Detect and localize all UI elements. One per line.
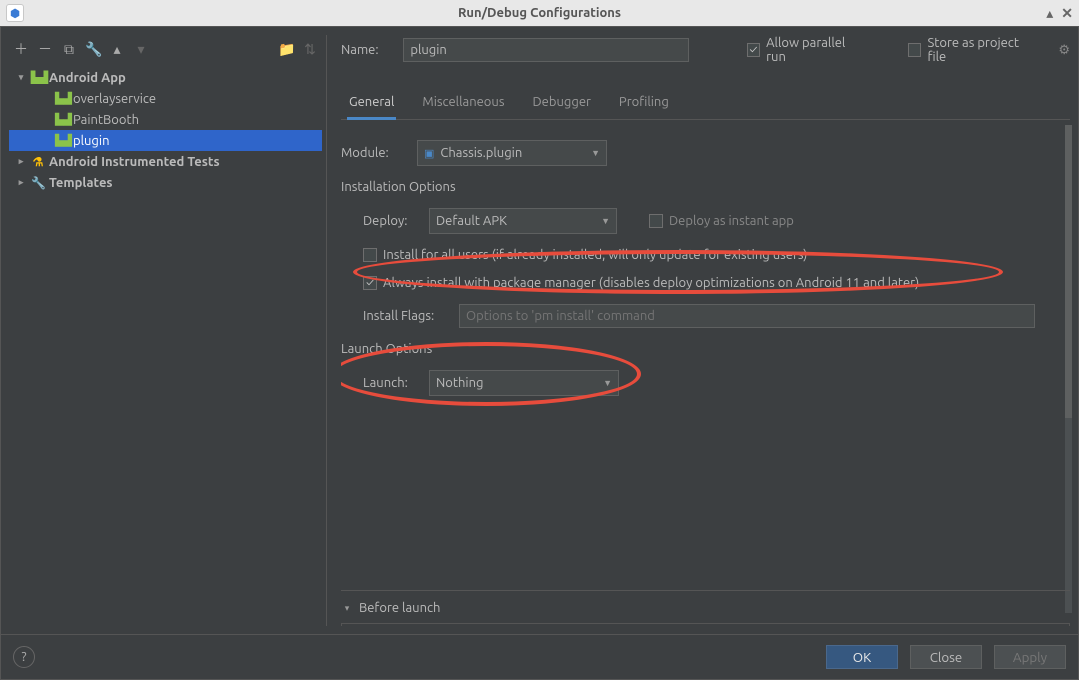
- apply-button[interactable]: Apply: [994, 645, 1066, 669]
- check-icon: [747, 43, 761, 57]
- module-combo[interactable]: ▣ Chassis.plugin ▼: [417, 140, 607, 166]
- always-pm-install-checkbox[interactable]: Always install with package manager (dis…: [363, 276, 919, 290]
- tree-node-android-app[interactable]: ▾ ▙▟ Android App: [9, 67, 322, 88]
- chevron-down-icon: ▼: [591, 148, 600, 158]
- android-icon: ▙▟: [31, 71, 45, 84]
- ok-button[interactable]: OK: [826, 645, 898, 669]
- tab-debugger[interactable]: Debugger: [530, 89, 592, 119]
- remove-config-button[interactable]: －: [37, 39, 53, 59]
- chevron-down-icon: ▼: [601, 216, 610, 226]
- module-icon: ▣: [424, 147, 434, 160]
- window-title: Run/Debug Configurations: [0, 6, 1079, 20]
- tab-general[interactable]: General: [347, 89, 396, 120]
- installation-options-title: Installation Options: [341, 180, 1070, 194]
- checkbox-label: Install for all users (if already instal…: [383, 248, 807, 262]
- flask-icon: ⚗: [31, 155, 45, 169]
- check-icon: [908, 43, 922, 57]
- store-as-project-checkbox[interactable]: Store as project file: [908, 36, 1036, 64]
- launch-label: Launch:: [363, 376, 415, 390]
- window-minimize-icon[interactable]: ▴: [1046, 5, 1053, 22]
- launch-options-title: Launch Options: [341, 342, 1070, 356]
- wrench-icon: 🔧: [31, 176, 45, 190]
- tree-label: Android Instrumented Tests: [49, 155, 220, 169]
- chevron-right-icon: ▸: [15, 156, 27, 167]
- app-icon: ⬢: [6, 4, 24, 22]
- sort-button[interactable]: ⇅: [302, 41, 318, 58]
- tree-label: PaintBooth: [73, 113, 139, 127]
- before-launch-item[interactable]: ▙▟ Gradle-aware Make: [341, 623, 1070, 626]
- tree-label: plugin: [73, 134, 110, 148]
- tree-label: overlayservice: [73, 92, 156, 106]
- android-icon: ▙▟: [55, 113, 69, 126]
- copy-config-button[interactable]: ⧉: [61, 41, 77, 58]
- window-titlebar: ⬢ Run/Debug Configurations ▴ ✕: [0, 0, 1079, 26]
- module-value: Chassis.plugin: [440, 146, 522, 160]
- dialog-body: ＋ － ⧉ 🔧 ▴ ▾ 📁 ⇅ ▾ ▙▟ Android App ▙▟ over…: [0, 26, 1079, 680]
- install-all-users-checkbox[interactable]: Install for all users (if already instal…: [363, 248, 807, 262]
- launch-combo[interactable]: Nothing ▼: [429, 370, 619, 396]
- move-up-button[interactable]: ▴: [109, 41, 125, 58]
- before-launch-toggle[interactable]: ▾ Before launch: [341, 597, 1070, 619]
- tree-node-templates[interactable]: ▸ 🔧 Templates: [9, 172, 322, 193]
- android-icon: ▙▟: [55, 134, 69, 147]
- module-label: Module:: [341, 146, 403, 160]
- tree-node-plugin[interactable]: ▙▟ plugin: [9, 130, 322, 151]
- check-icon: [649, 214, 663, 228]
- close-button[interactable]: Close: [910, 645, 982, 669]
- edit-templates-button[interactable]: 🔧: [85, 41, 101, 58]
- tree-node-paintbooth[interactable]: ▙▟ PaintBooth: [9, 109, 322, 130]
- deploy-instant-checkbox[interactable]: Deploy as instant app: [649, 214, 794, 228]
- help-button[interactable]: ?: [13, 646, 35, 668]
- tree-label: Android App: [49, 71, 126, 85]
- chevron-down-icon: ▼: [603, 378, 612, 388]
- config-sidebar: ＋ － ⧉ 🔧 ▴ ▾ 📁 ⇅ ▾ ▙▟ Android App ▙▟ over…: [9, 35, 327, 626]
- tab-profiling[interactable]: Profiling: [617, 89, 671, 119]
- dialog-footer: ? OK Close Apply: [1, 634, 1078, 679]
- check-icon: [363, 248, 377, 262]
- launch-value: Nothing: [436, 376, 483, 390]
- checkbox-label: Allow parallel run: [766, 36, 864, 64]
- checkbox-label: Always install with package manager (dis…: [383, 276, 919, 290]
- checkbox-label: Store as project file: [927, 36, 1036, 64]
- install-flags-label: Install Flags:: [363, 309, 445, 323]
- tree-node-overlayservice[interactable]: ▙▟ overlayservice: [9, 88, 322, 109]
- android-icon: ▙▟: [55, 92, 69, 105]
- name-label: Name:: [341, 43, 385, 57]
- before-launch-section: ▾ Before launch ▙▟ Gradle-aware Make: [341, 590, 1070, 626]
- name-input[interactable]: [403, 38, 689, 62]
- config-detail: Name: Allow parallel run Store as projec…: [327, 35, 1070, 626]
- chevron-down-icon: ▾: [15, 72, 27, 83]
- add-config-button[interactable]: ＋: [13, 39, 29, 59]
- deploy-combo[interactable]: Default APK ▼: [429, 208, 617, 234]
- move-down-button[interactable]: ▾: [133, 41, 149, 58]
- config-tree[interactable]: ▾ ▙▟ Android App ▙▟ overlayservice ▙▟ Pa…: [9, 63, 322, 626]
- chevron-right-icon: ▸: [15, 177, 27, 188]
- before-launch-title: Before launch: [359, 601, 440, 615]
- general-panel: Module: ▣ Chassis.plugin ▼ Installation …: [341, 120, 1070, 626]
- tree-label: Templates: [49, 176, 113, 190]
- config-tabs: General Miscellaneous Debugger Profiling: [341, 89, 1070, 120]
- deploy-label: Deploy:: [363, 214, 415, 228]
- chevron-down-icon: ▾: [341, 603, 353, 614]
- gear-icon[interactable]: ⚙: [1058, 43, 1070, 58]
- allow-parallel-checkbox[interactable]: Allow parallel run: [747, 36, 865, 64]
- window-close-icon[interactable]: ✕: [1061, 5, 1073, 22]
- sidebar-toolbar: ＋ － ⧉ 🔧 ▴ ▾ 📁 ⇅: [9, 35, 322, 63]
- check-icon: [363, 276, 377, 290]
- tab-miscellaneous[interactable]: Miscellaneous: [420, 89, 506, 119]
- folder-button[interactable]: 📁: [278, 41, 294, 58]
- deploy-value: Default APK: [436, 214, 507, 228]
- checkbox-label: Deploy as instant app: [669, 214, 794, 228]
- install-flags-input[interactable]: [459, 304, 1035, 328]
- tree-node-instrumented-tests[interactable]: ▸ ⚗ Android Instrumented Tests: [9, 151, 322, 172]
